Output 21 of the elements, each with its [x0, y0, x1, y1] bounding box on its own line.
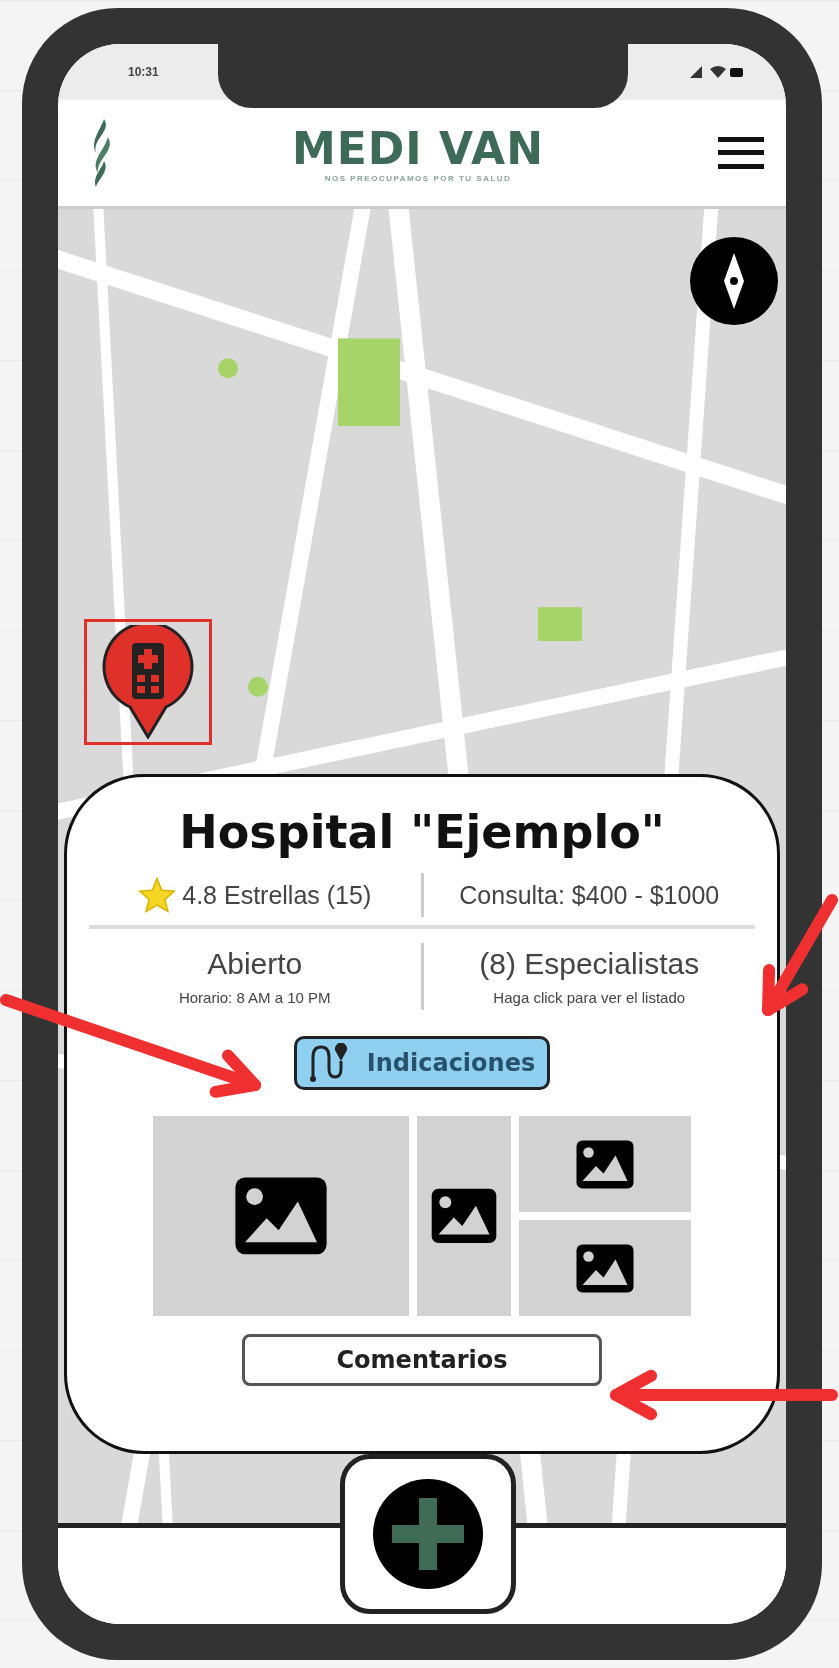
hospital-title: Hospital "Ejemplo": [179, 805, 665, 859]
status-icons: [690, 65, 744, 79]
add-button[interactable]: [340, 1454, 516, 1614]
hours-text: Horario: 8 AM a 10 PM: [178, 989, 331, 1006]
app-logo-title: MEDI VAN: [292, 123, 544, 174]
rating-text: 4.8 Estrellas (15): [182, 880, 372, 910]
plus-icon: [372, 1478, 484, 1590]
image-icon: [430, 1187, 498, 1245]
comments-button[interactable]: Comentarios: [242, 1334, 602, 1386]
status-time: 10:31: [128, 65, 159, 79]
specialists-hint: Haga click para ver el listado: [493, 989, 686, 1006]
image-icon: [233, 1175, 329, 1257]
price-text: Consulta: $400 - $1000: [459, 880, 720, 910]
star-icon: [138, 877, 177, 913]
app-tagline: NOS PREOCUPAMOS POR TU SALUD: [324, 174, 512, 183]
image-icon: [575, 1138, 635, 1190]
specialists-link[interactable]: (8) Especialistas: [479, 947, 700, 981]
open-status: Abierto: [207, 947, 303, 981]
menu-icon[interactable]: [718, 135, 764, 171]
directions-button[interactable]: Indicaciones: [293, 1036, 551, 1090]
image-icon: [575, 1242, 635, 1294]
